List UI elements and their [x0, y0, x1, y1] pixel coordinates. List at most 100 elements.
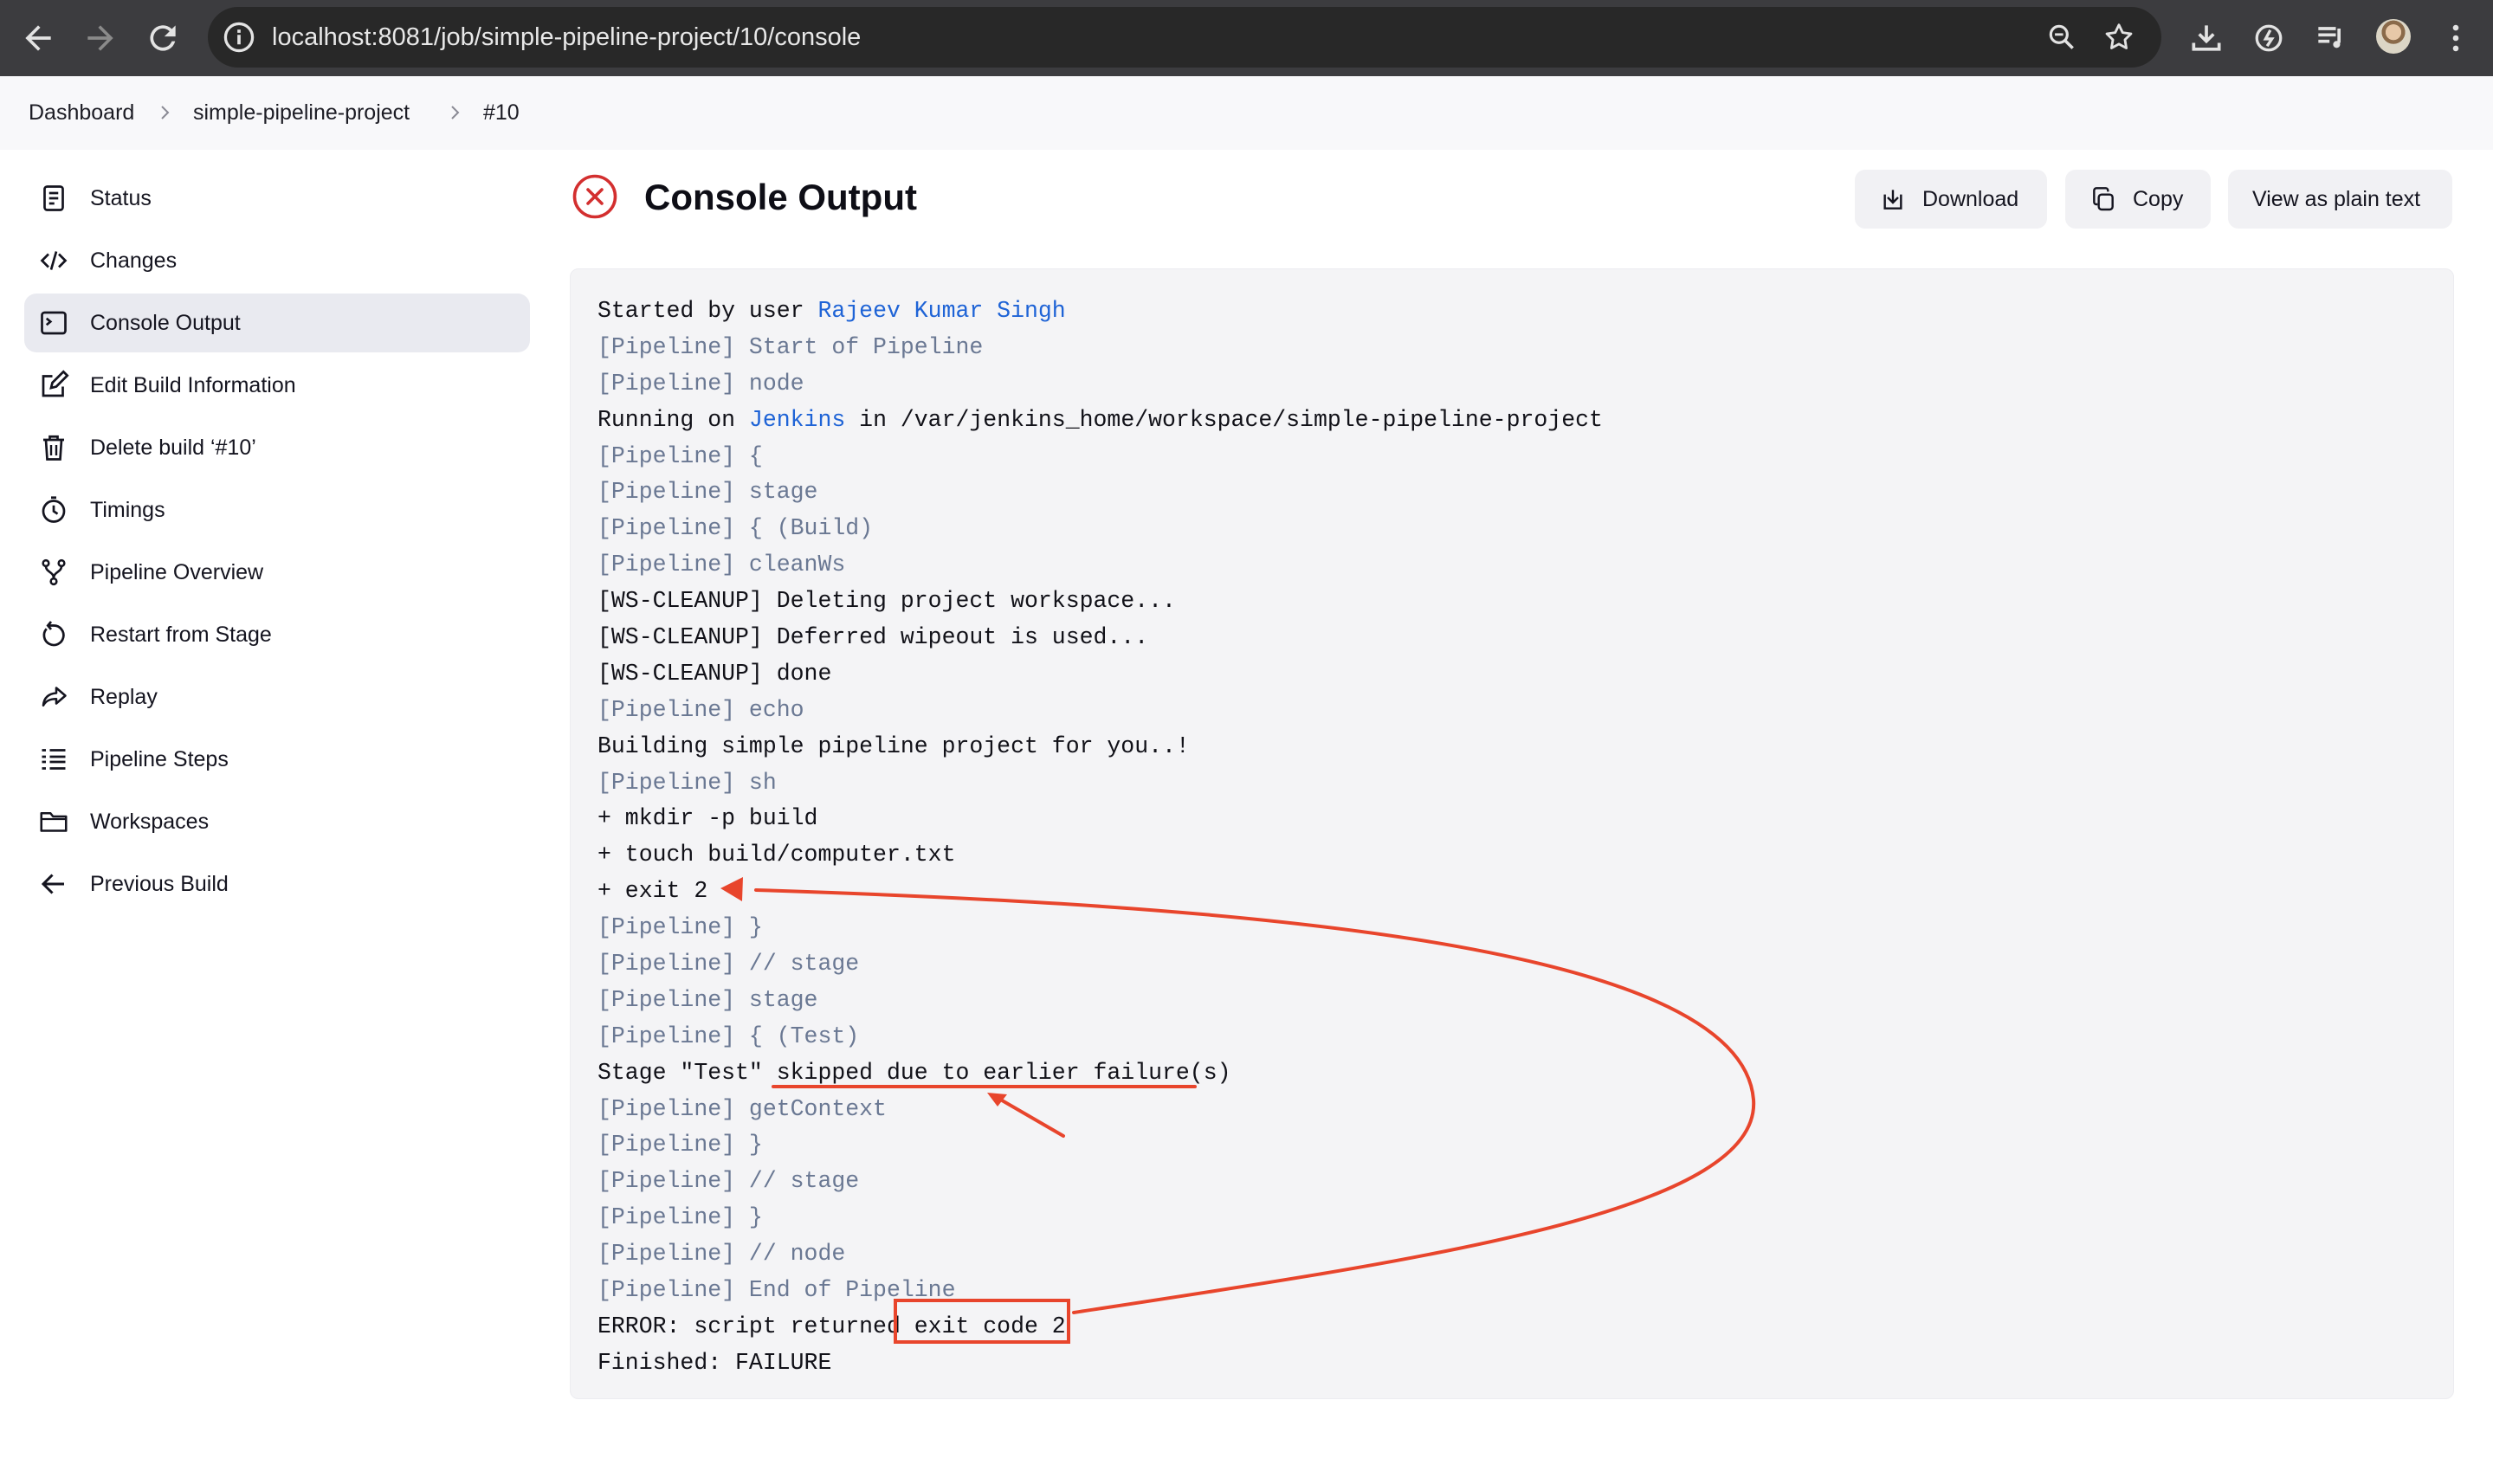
sidebar-item-label: Timings [90, 498, 165, 522]
sidebar-item-replay[interactable]: Replay [24, 668, 530, 726]
console-output-panel: Started by user Rajeev Kumar Singh [Pipel… [570, 268, 2454, 1399]
download-button[interactable]: Download [1855, 170, 2047, 229]
profile-avatar[interactable] [2376, 19, 2411, 54]
console-line: ERROR: script returned exit code 2 [597, 1309, 1603, 1345]
sidebar-item-label: Changes [90, 248, 178, 273]
console-text-segment: [WS-CLEANUP] Deferred wipeout is used... [597, 624, 1149, 651]
edit-icon [38, 370, 69, 401]
console-line: Finished: FAILURE [597, 1345, 1603, 1382]
console-text-segment: [Pipeline] // node [597, 1241, 846, 1268]
console-line: [WS-CLEANUP] Deferred wipeout is used... [597, 620, 1603, 656]
sidebar-item-pipeline-steps[interactable]: Pipeline Steps [24, 730, 530, 789]
console-text-segment: [Pipeline] End of Pipeline [597, 1277, 956, 1304]
breadcrumb: Dashboard simple-pipeline-project #10 [0, 76, 2493, 150]
sidebar-item-label: Pipeline Steps [90, 747, 229, 771]
console-text-segment: [Pipeline] getContext [597, 1095, 887, 1122]
breadcrumb-dashboard[interactable]: Dashboard [29, 76, 134, 150]
console-text-segment: [Pipeline] } [597, 1132, 763, 1158]
sidebar-item-workspaces[interactable]: Workspaces [24, 792, 530, 851]
console-text-segment: [Pipeline] { [597, 442, 763, 469]
breadcrumb-project[interactable]: simple-pipeline-project [193, 76, 410, 150]
console-text-segment: [WS-CLEANUP] done [597, 660, 832, 687]
reload-icon[interactable] [144, 19, 182, 57]
media-icon[interactable] [2312, 19, 2350, 57]
console-line: [Pipeline] Start of Pipeline [597, 330, 1603, 366]
forward-arrow-icon[interactable] [81, 19, 119, 57]
replay-icon [38, 681, 69, 713]
copy-button[interactable]: Copy [2065, 170, 2211, 229]
console-text-segment: in /var/jenkins_home/workspace/simple-pi… [845, 406, 1603, 433]
console-line: [Pipeline] echo [597, 693, 1603, 729]
url-text[interactable]: localhost:8081/job/simple-pipeline-proje… [272, 7, 861, 68]
trash-icon [38, 432, 69, 463]
console-text-segment: [Pipeline] cleanWs [597, 552, 846, 578]
document-icon [38, 183, 69, 214]
sidebar-item-changes[interactable]: Changes [24, 231, 530, 290]
console-text-segment: [Pipeline] stage [597, 479, 818, 506]
console-log: Started by user Rajeev Kumar Singh [Pipel… [597, 294, 1603, 1382]
sidebar-item-timings[interactable]: Timings [24, 481, 530, 539]
console-line: [Pipeline] // stage [597, 1164, 1603, 1200]
sidebar-item-label: Status [90, 186, 152, 210]
console-text-segment: [Pipeline] // stage [597, 1168, 860, 1195]
sidebar-item-previous-build[interactable]: Previous Build [24, 855, 530, 913]
console-line: [Pipeline] } [597, 1127, 1603, 1164]
sidebar-item-edit-build-information[interactable]: Edit Build Information [24, 356, 530, 415]
console-line: + touch build/computer.txt [597, 837, 1603, 874]
console-line: [Pipeline] { [597, 439, 1603, 475]
sidebar-item-label: Edit Build Information [90, 373, 296, 397]
more-menu-icon[interactable] [2437, 19, 2475, 57]
sidebar-item-label: Workspaces [90, 810, 210, 834]
console-line: [Pipeline] getContext [597, 1092, 1603, 1128]
sidebar-item-label: Pipeline Overview [90, 560, 264, 584]
console-text-segment: + touch build/computer.txt [597, 842, 956, 868]
console-text-segment: Finished: FAILURE [597, 1349, 832, 1376]
download-label: Download [1922, 187, 2019, 211]
sidebar-item-console-output[interactable]: Console Output [24, 294, 530, 352]
sidebar-item-label: Delete build ‘#10’ [90, 436, 256, 460]
copy-label: Copy [2133, 187, 2184, 211]
console-link[interactable]: Jenkins [749, 407, 845, 433]
console-line: [Pipeline] // node [597, 1236, 1603, 1273]
console-line: + exit 2 [597, 874, 1603, 910]
address-bar[interactable]: localhost:8081/job/simple-pipeline-proje… [208, 7, 2161, 68]
console-line: Stage "Test" skipped due to earlier fail… [597, 1055, 1603, 1092]
console-text-segment: + exit 2 [597, 878, 708, 905]
list-icon [38, 744, 69, 775]
browser-toolbar: localhost:8081/job/simple-pipeline-proje… [0, 0, 2493, 76]
console-text-segment: Started by user [597, 298, 818, 324]
console-line: [Pipeline] } [597, 1200, 1603, 1236]
sidebar-item-restart-from-stage[interactable]: Restart from Stage [24, 605, 530, 664]
bookmark-star-icon[interactable] [2102, 21, 2135, 54]
console-line: [Pipeline] sh [597, 765, 1603, 802]
console-line: Building simple pipeline project for you… [597, 729, 1603, 765]
back-arrow-icon[interactable] [19, 19, 57, 57]
download-icon[interactable] [2187, 19, 2225, 57]
extension-icon[interactable] [2250, 19, 2288, 57]
console-text-segment: [WS-CLEANUP] Deleting project workspace.… [597, 588, 1176, 615]
console-link[interactable]: Rajeev Kumar Singh [817, 298, 1065, 324]
sidebar-item-delete-build[interactable]: Delete build ‘#10’ [24, 418, 530, 477]
console-text-segment: [Pipeline] node [597, 370, 804, 397]
view-as-plain-text-button[interactable]: View as plain text [2228, 170, 2452, 229]
breadcrumb-build[interactable]: #10 [483, 76, 520, 150]
console-line: [Pipeline] cleanWs [597, 547, 1603, 584]
console-line: [WS-CLEANUP] Deleting project workspace.… [597, 584, 1603, 620]
console-line: [Pipeline] End of Pipeline [597, 1273, 1603, 1309]
zoom-icon[interactable] [2045, 21, 2078, 54]
sidebar-item-pipeline-overview[interactable]: Pipeline Overview [24, 543, 530, 602]
arrow-left-icon [38, 868, 69, 900]
console-text-segment: [Pipeline] { (Test) [597, 1023, 860, 1049]
folder-icon [38, 806, 69, 837]
chevron-right-icon [444, 102, 465, 123]
console-text-segment: Building simple pipeline project for you… [597, 732, 1190, 759]
console-text-segment: [Pipeline] sh [597, 769, 777, 796]
console-line: + mkdir -p build [597, 801, 1603, 837]
console-line: Started by user Rajeev Kumar Singh [597, 294, 1603, 330]
console-text-segment: [Pipeline] { (Build) [597, 515, 874, 542]
console-line: [Pipeline] { (Test) [597, 1019, 1603, 1055]
site-info-icon[interactable] [220, 18, 258, 56]
sidebar-item-status[interactable]: Status [24, 169, 530, 228]
chevron-right-icon [154, 102, 175, 123]
console-text-segment: ERROR: script returned exit code 2 [597, 1313, 1066, 1339]
